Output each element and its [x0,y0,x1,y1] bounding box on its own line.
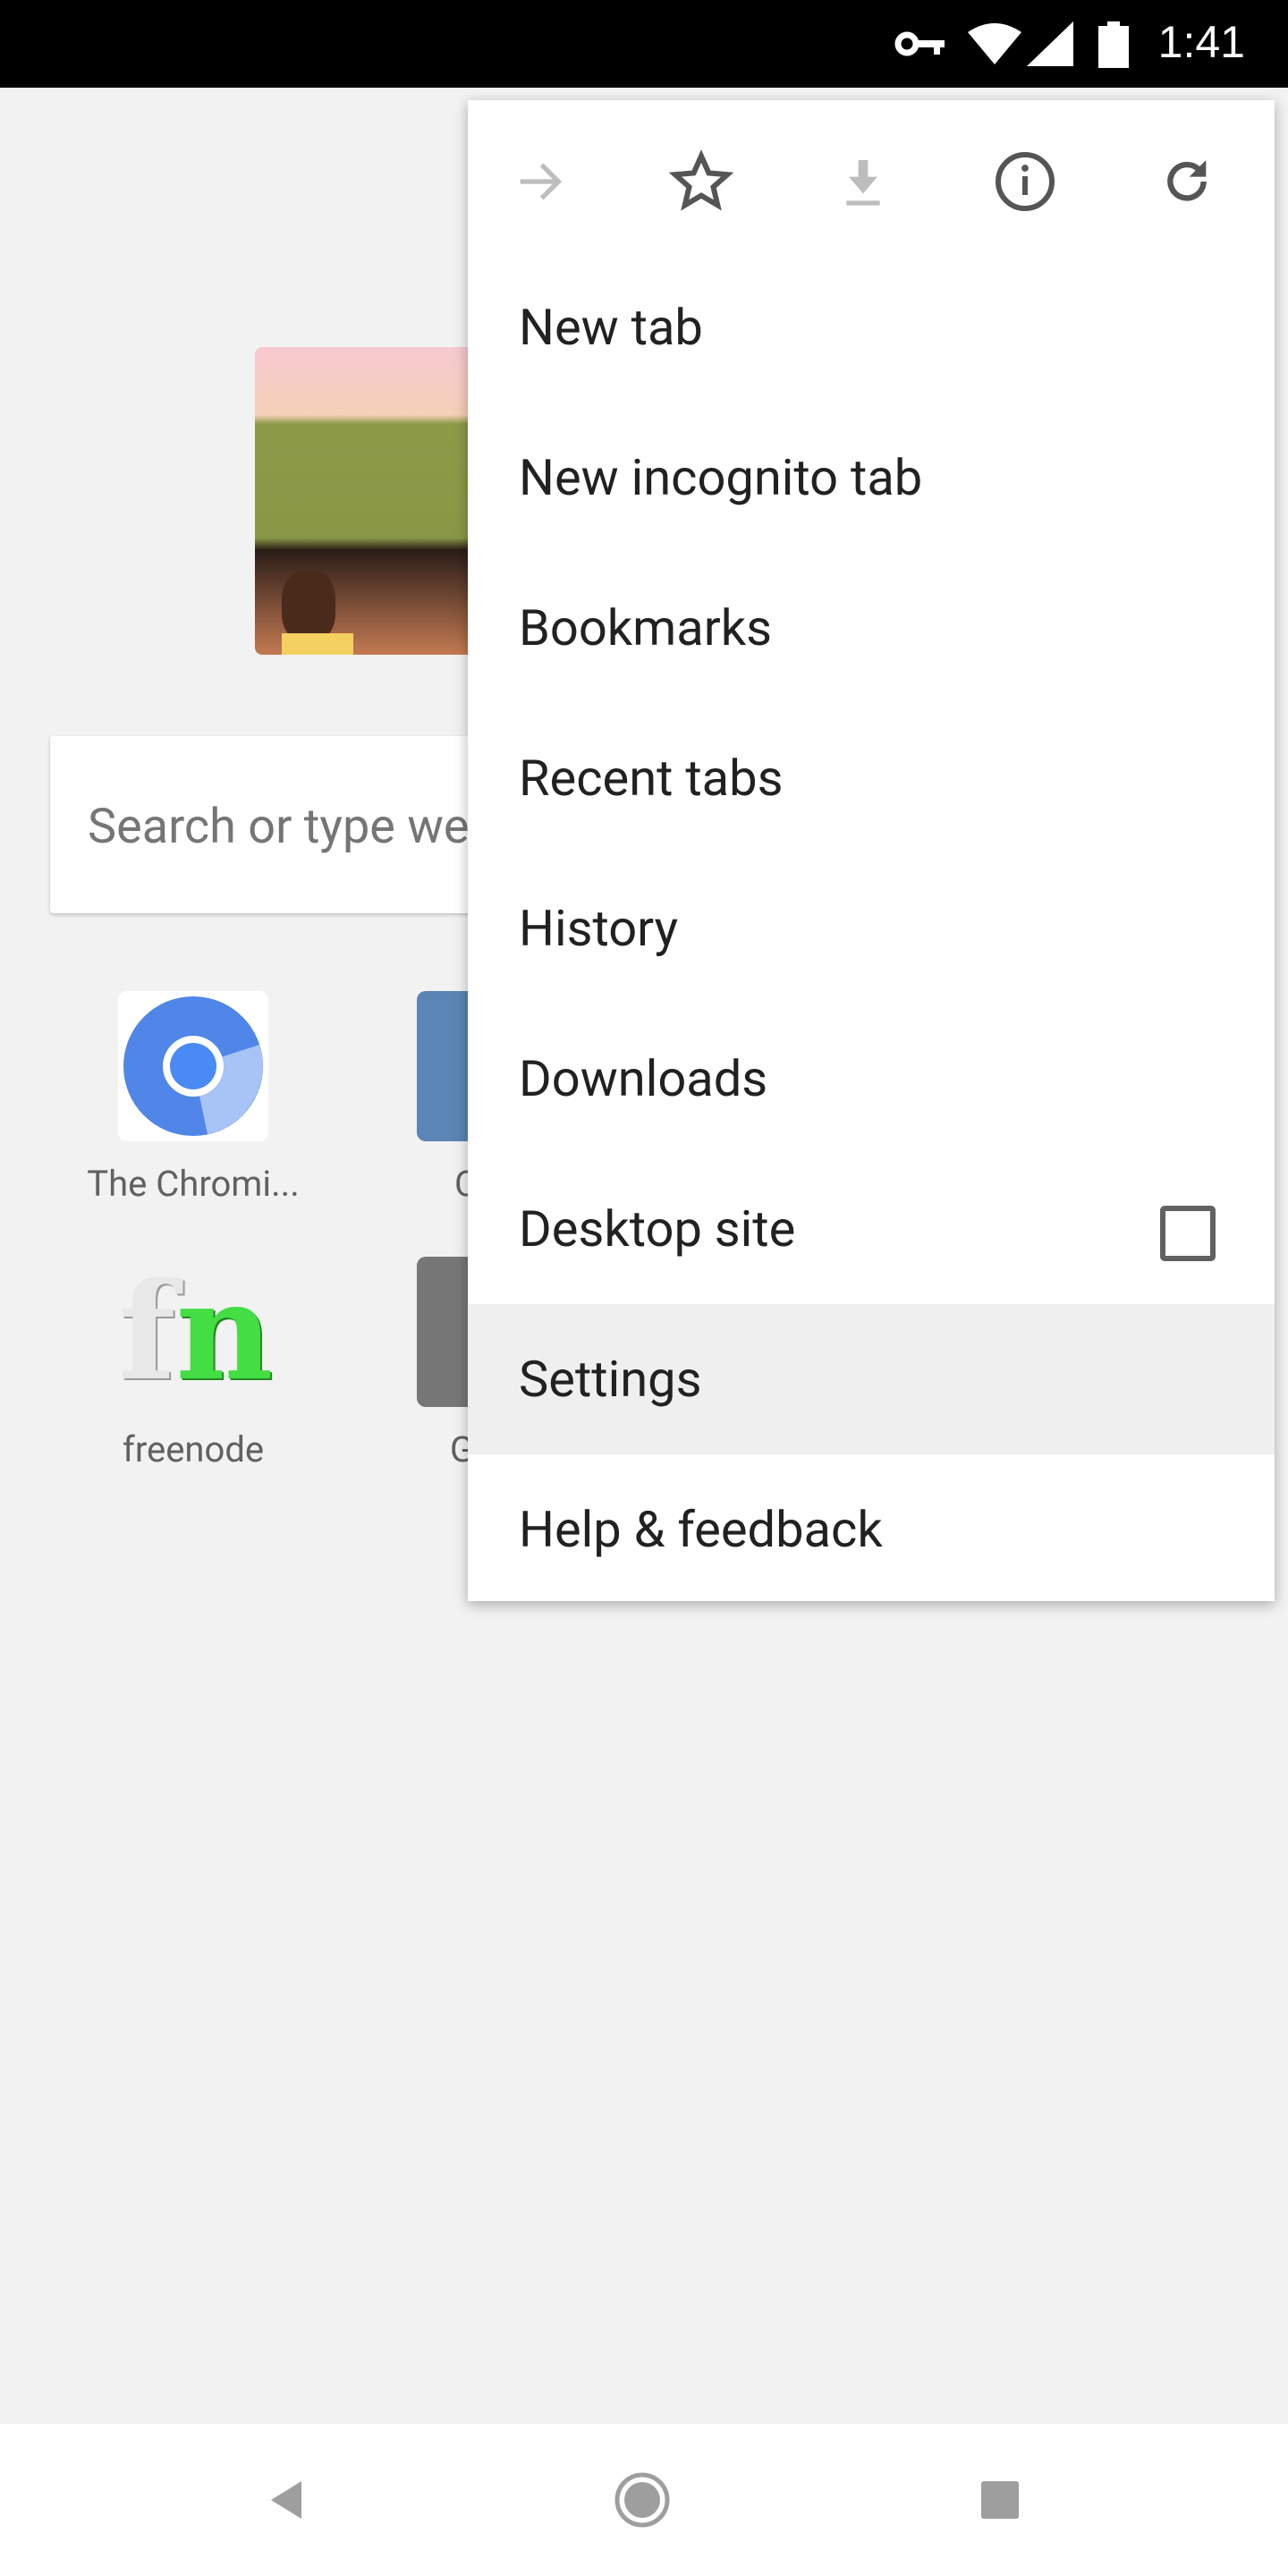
home-icon[interactable] [611,2469,674,2531]
wifi-icon [968,23,1021,64]
reload-button[interactable] [1147,141,1227,222]
menu-icon-row [468,100,1275,252]
forward-icon [520,163,563,200]
menu-item-label: Settings [519,1350,702,1409]
download-button[interactable] [823,141,903,222]
reload-icon [1167,160,1207,201]
clock: 1:41 [1157,17,1245,67]
menu-item-label: Bookmarks [519,598,772,657]
menu-item-new-tab[interactable]: New tab [468,252,1275,402]
forward-button[interactable] [499,141,580,222]
recents-icon[interactable] [969,2469,1031,2531]
cell-signal-icon [1027,21,1073,66]
bookmark-button[interactable] [661,141,741,222]
menu-item-history[interactable]: History [468,853,1275,1004]
menu-item-label: Desktop site [519,1199,796,1258]
chromium-icon [118,991,268,1141]
freenode-icon: fn [118,1253,274,1411]
desktop-site-checkbox[interactable] [1160,1206,1216,1261]
navigation-bar [0,2424,1288,2576]
tile-chromium[interactable]: The Chromi... [77,991,309,1205]
menu-item-bookmarks[interactable]: Bookmarks [468,553,1275,703]
menu-item-label: New incognito tab [519,448,923,507]
menu-item-recent-tabs[interactable]: Recent tabs [468,703,1275,853]
menu-item-downloads[interactable]: Downloads [468,1004,1275,1154]
tile-label: freenode [122,1428,265,1470]
page-info-button[interactable] [985,141,1065,222]
menu-item-label: History [519,899,679,958]
status-bar: 1:41 [0,0,1288,88]
vpn-key-icon [894,31,945,56]
download-icon [846,160,880,206]
menu-item-label: Recent tabs [519,749,784,808]
tile-freenode[interactable]: fn freenode [77,1257,309,1470]
menu-item-new-incognito-tab[interactable]: New incognito tab [468,402,1275,553]
menu-item-settings[interactable]: Settings [468,1304,1275,1454]
battery-icon [1098,21,1129,68]
bookmark-star-icon [669,149,733,211]
menu-item-label: New tab [519,298,703,357]
tile-label: The Chromi... [87,1163,300,1205]
overflow-menu: New tab New incognito tab Bookmarks Rece… [468,100,1275,1601]
menu-item-help-feedback[interactable]: Help & feedback [468,1454,1275,1605]
menu-item-label: Downloads [519,1049,768,1108]
back-icon[interactable] [255,2469,318,2531]
info-icon [996,152,1055,211]
menu-item-label: Help & feedback [519,1500,883,1559]
menu-item-desktop-site[interactable]: Desktop site [468,1154,1275,1304]
